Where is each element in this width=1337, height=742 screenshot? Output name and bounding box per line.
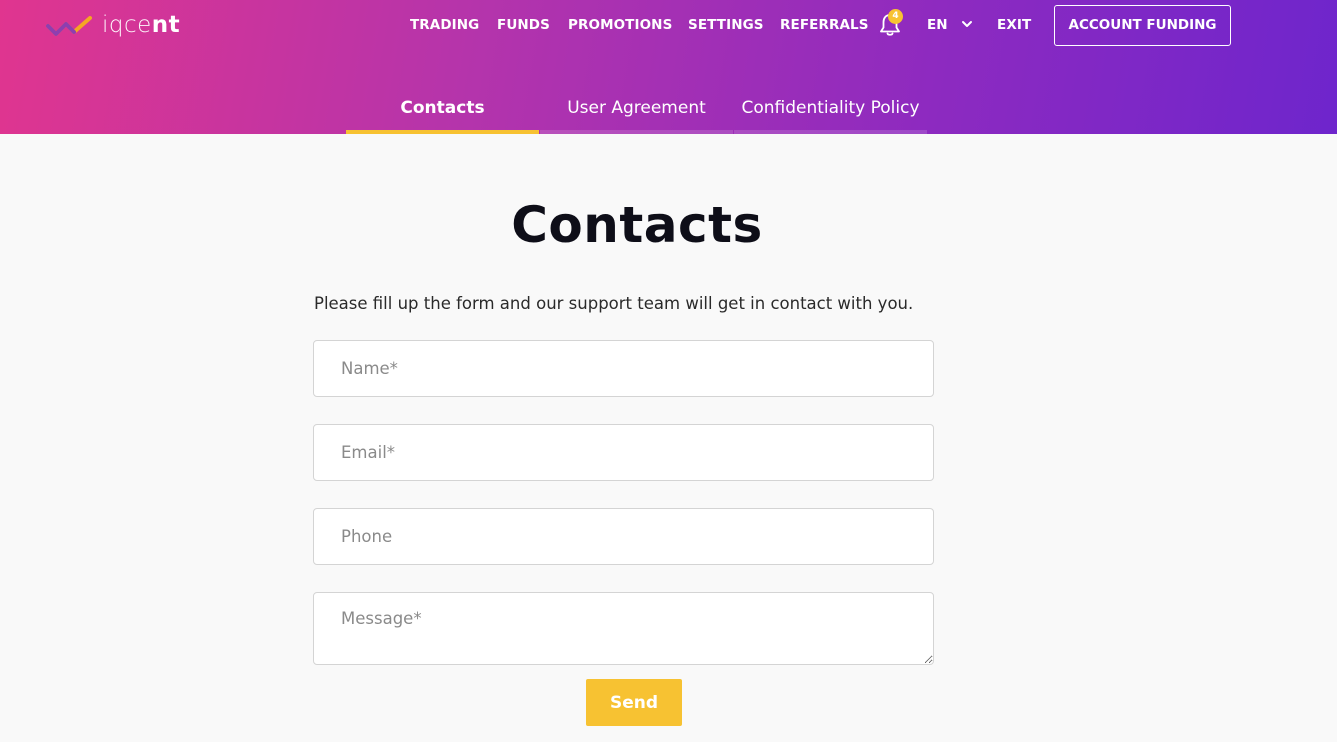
page-title: Contacts <box>511 196 763 254</box>
message-textarea[interactable] <box>313 592 934 665</box>
tab-confidentiality-policy[interactable]: Confidentiality Policy <box>734 90 927 134</box>
chevron-down-icon[interactable] <box>960 17 974 31</box>
language-selector[interactable]: EN <box>927 17 948 33</box>
tab-user-agreement[interactable]: User Agreement <box>540 90 733 134</box>
name-input[interactable] <box>313 340 934 397</box>
send-button[interactable]: Send <box>586 679 682 726</box>
form-intro-text: Please fill up the form and our support … <box>314 294 914 313</box>
tab-contacts[interactable]: Contacts <box>346 90 539 134</box>
nav-trading[interactable]: TRADING <box>410 17 479 35</box>
brand-name-thin: iqce <box>102 12 152 38</box>
account-funding-button[interactable]: ACCOUNT FUNDING <box>1054 5 1231 46</box>
nav-settings[interactable]: SETTINGS <box>688 17 764 35</box>
brand-name-bold: nt <box>151 12 181 38</box>
notification-count-badge: 4 <box>888 9 903 24</box>
brand-logo[interactable]: iqcent <box>46 10 180 40</box>
tab-confidentiality-policy-underline <box>734 130 927 134</box>
email-input[interactable] <box>313 424 934 481</box>
iqcent-logo-icon <box>46 16 92 36</box>
tab-contacts-label: Contacts <box>400 98 485 118</box>
tab-confidentiality-policy-label: Confidentiality Policy <box>741 98 920 118</box>
nav-funds[interactable]: FUNDS <box>497 17 550 35</box>
nav-referrals[interactable]: REFERRALS <box>780 17 869 35</box>
tab-user-agreement-underline <box>540 130 733 134</box>
nav-promotions[interactable]: PROMOTIONS <box>568 17 672 35</box>
tab-contacts-underline <box>346 130 539 134</box>
brand-name: iqcent <box>102 12 180 38</box>
nav-exit[interactable]: EXIT <box>997 17 1031 35</box>
top-header: iqcent TRADING FUNDS PROMOTIONS SETTINGS… <box>0 0 1337 134</box>
tab-user-agreement-label: User Agreement <box>567 98 706 118</box>
phone-input[interactable] <box>313 508 934 565</box>
